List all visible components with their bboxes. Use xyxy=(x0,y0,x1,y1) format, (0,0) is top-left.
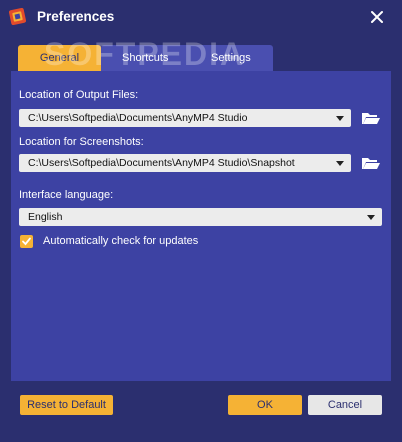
folder-open-icon[interactable] xyxy=(361,155,381,171)
screenshots-label: Location for Screenshots: xyxy=(19,136,144,148)
auto-update-label[interactable]: Automatically check for updates xyxy=(43,235,198,247)
chevron-down-icon xyxy=(336,161,344,166)
title-bar: Preferences xyxy=(0,0,402,34)
language-value: English xyxy=(28,211,63,223)
tab-shortcuts-settings-group: Shortcuts Settings xyxy=(101,45,273,71)
reset-default-button[interactable]: Reset to Default xyxy=(20,395,113,415)
window-title: Preferences xyxy=(37,9,115,24)
chevron-down-icon xyxy=(336,116,344,121)
screenshots-value: C:\Users\Softpedia\Documents\AnyMP4 Stud… xyxy=(28,157,295,169)
cancel-button[interactable]: Cancel xyxy=(308,395,382,415)
tab-shortcuts[interactable]: Shortcuts xyxy=(122,45,168,71)
folder-open-icon[interactable] xyxy=(361,110,381,126)
ok-button[interactable]: OK xyxy=(228,395,302,415)
close-icon[interactable] xyxy=(369,9,385,25)
language-select[interactable]: English xyxy=(19,208,382,226)
auto-update-checkbox[interactable] xyxy=(20,235,33,248)
screenshots-combo[interactable]: C:\Users\Softpedia\Documents\AnyMP4 Stud… xyxy=(19,154,351,172)
output-files-combo[interactable]: C:\Users\Softpedia\Documents\AnyMP4 Stud… xyxy=(19,109,351,127)
chevron-down-icon xyxy=(367,215,375,220)
output-files-label: Location of Output Files: xyxy=(19,89,139,101)
output-files-value: C:\Users\Softpedia\Documents\AnyMP4 Stud… xyxy=(28,112,248,124)
checkmark-icon xyxy=(22,237,31,246)
tab-general[interactable]: General xyxy=(18,45,101,71)
anymp4-logo-icon xyxy=(9,8,26,25)
tab-settings[interactable]: Settings xyxy=(211,45,251,71)
language-label: Interface language: xyxy=(19,189,114,201)
